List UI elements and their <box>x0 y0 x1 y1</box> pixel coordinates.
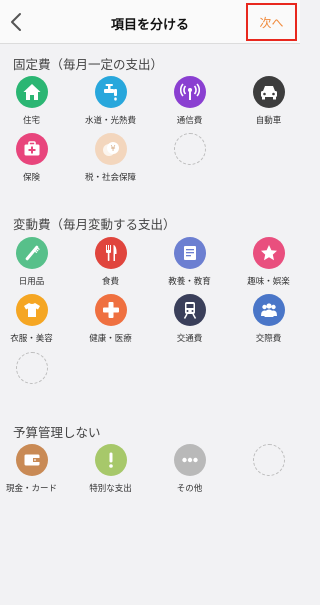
add-category-slot-unmanaged[interactable] <box>253 444 285 476</box>
category-daily-goods[interactable]: 日用品 <box>0 237 69 287</box>
train-icon <box>173 294 206 326</box>
exclamation-icon <box>94 444 127 476</box>
category-cash-card[interactable]: 現金・カード <box>0 444 69 494</box>
fork-knife-icon <box>94 237 127 269</box>
people-icon <box>252 294 285 326</box>
category-other[interactable]: その他 <box>152 444 227 494</box>
section-title-variable: 変動費（毎月変動する支出） <box>13 217 176 232</box>
section-title-unmanaged: 予算管理しない <box>13 425 101 440</box>
category-label: 教養・教育 <box>168 277 211 287</box>
navigation-bar: 項目を分ける 次へ <box>0 0 300 44</box>
category-health[interactable]: 健康・医療 <box>73 294 148 344</box>
category-label: 交通費 <box>176 334 203 344</box>
category-transport[interactable]: 交通費 <box>152 294 227 344</box>
category-insurance[interactable]: 保険 <box>0 133 69 183</box>
category-label: 衣服・美容 <box>10 334 53 344</box>
add-category-slot-variable[interactable] <box>16 352 48 384</box>
category-label: 交際費 <box>255 334 282 344</box>
toothbrush-icon <box>15 237 48 269</box>
category-label: 健康・医療 <box>89 334 132 344</box>
category-utilities[interactable]: 水道・光熱費 <box>73 76 148 126</box>
section-title-fixed: 固定費（毎月一定の支出） <box>13 57 164 72</box>
category-label: 日用品 <box>18 277 45 287</box>
yen-coin-icon: ¥ <box>94 133 127 165</box>
tshirt-icon <box>15 294 48 326</box>
category-label: 自動車 <box>255 116 282 126</box>
cross-icon <box>94 294 127 326</box>
category-food[interactable]: 食費 <box>73 237 148 287</box>
category-label: 特別な支出 <box>89 484 132 494</box>
category-communication[interactable]: 通信費 <box>152 76 227 126</box>
category-label: 水道・光熱費 <box>84 116 136 126</box>
book-icon <box>173 237 206 269</box>
car-icon <box>252 76 285 108</box>
wallet-icon <box>15 444 48 476</box>
faucet-icon <box>94 76 127 108</box>
category-education[interactable]: 教養・教育 <box>152 237 227 287</box>
medical-case-icon <box>15 133 48 165</box>
dots-icon <box>173 444 206 476</box>
next-button[interactable]: 次へ <box>246 3 297 41</box>
category-label: 趣味・娯楽 <box>247 277 290 287</box>
star-icon <box>252 237 285 269</box>
category-label: 現金・カード <box>5 484 57 494</box>
next-button-label: 次へ <box>259 15 284 30</box>
antenna-icon <box>173 76 206 108</box>
category-car[interactable]: 自動車 <box>231 76 306 126</box>
category-social[interactable]: 交際費 <box>231 294 306 344</box>
category-hobby[interactable]: 趣味・娯楽 <box>231 237 306 287</box>
svg-text:¥: ¥ <box>110 144 115 153</box>
category-label: 通信費 <box>176 116 203 126</box>
category-label: 住宅 <box>22 116 40 126</box>
category-label: 食費 <box>101 277 119 287</box>
category-label: 保険 <box>22 173 40 183</box>
category-clothing[interactable]: 衣服・美容 <box>0 294 69 344</box>
category-label: その他 <box>176 484 203 494</box>
category-label: 税・社会保障 <box>84 173 136 183</box>
category-special[interactable]: 特別な支出 <box>73 444 148 494</box>
add-category-slot-fixed[interactable] <box>174 133 206 165</box>
category-housing[interactable]: 住宅 <box>0 76 69 126</box>
house-icon <box>15 76 48 108</box>
category-tax[interactable]: ¥ 税・社会保障 <box>73 133 148 183</box>
